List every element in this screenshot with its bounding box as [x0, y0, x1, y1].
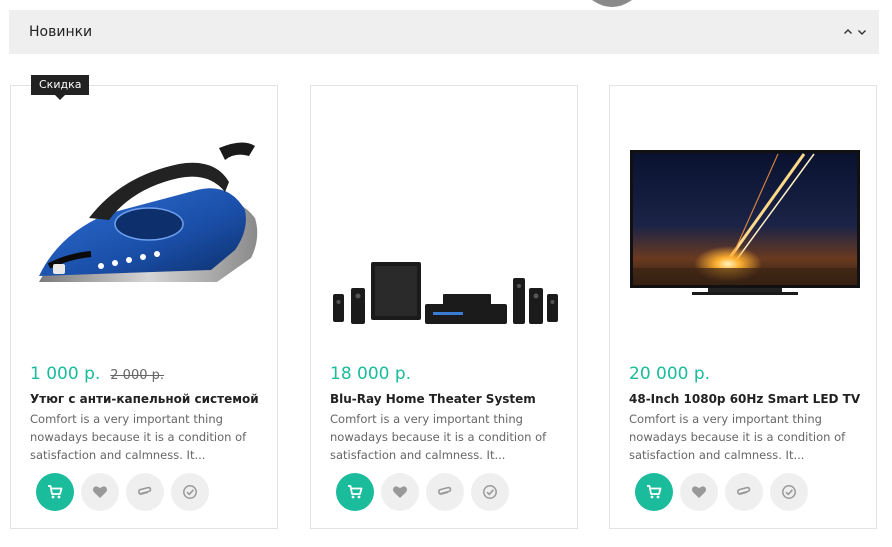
product-card[interactable]: 20 000 р. 48-Inch 1080p 60Hz Smart LED T… — [609, 85, 877, 529]
section-title: Новинки — [29, 24, 93, 40]
product-name[interactable]: Blu-Ray Home Theater System — [330, 392, 570, 406]
product-description: Comfort is a very important thing nowada… — [629, 412, 846, 462]
steam-iron-image[interactable] — [29, 126, 261, 346]
product-actions — [336, 473, 509, 511]
product-actions — [635, 473, 808, 511]
compare-button[interactable] — [126, 473, 164, 511]
wishlist-button[interactable] — [680, 473, 718, 511]
add-to-cart-button[interactable] — [635, 473, 673, 511]
price: 1 000 р. — [30, 364, 101, 384]
check-circle-icon — [183, 485, 197, 499]
product-name[interactable]: 48-Inch 1080p 60Hz Smart LED TV — [629, 392, 869, 406]
heart-icon — [92, 486, 108, 498]
product-card[interactable]: 1 000 р. 2 000 р. Утюг с анти-капельной … — [10, 85, 278, 529]
check-button[interactable] — [770, 473, 808, 511]
wishlist-button[interactable] — [381, 473, 419, 511]
product-description: Comfort is a very important thing nowada… — [30, 412, 247, 462]
old-price: 2 000 р. — [110, 368, 165, 383]
chevron-up-icon[interactable] — [843, 27, 853, 37]
compare-button[interactable] — [426, 473, 464, 511]
check-button[interactable] — [471, 473, 509, 511]
product-card[interactable]: 18 000 р. Blu-Ray Home Theater System Co… — [310, 85, 578, 529]
home-theater-system-image[interactable] — [329, 126, 561, 346]
paperclip-icon — [736, 486, 751, 495]
heart-icon — [691, 486, 707, 498]
price-row: 1 000 р. 2 000 р. — [30, 364, 164, 384]
product-description: Comfort is a very important thing nowada… — [330, 412, 547, 462]
previous-section-image-fragment — [592, 0, 632, 7]
price-row: 20 000 р. — [629, 364, 710, 384]
add-to-cart-button[interactable] — [336, 473, 374, 511]
discount-badge: Скидка — [31, 75, 90, 100]
heart-icon — [392, 486, 408, 498]
check-circle-icon — [483, 485, 497, 499]
section-header: Новинки — [9, 10, 879, 54]
paperclip-icon — [137, 486, 152, 495]
chevron-down-icon[interactable] — [857, 27, 867, 37]
check-circle-icon — [782, 485, 796, 499]
carousel-arrows — [843, 27, 867, 37]
cart-icon — [48, 485, 63, 499]
led-tv-image[interactable] — [628, 126, 860, 346]
add-to-cart-button[interactable] — [36, 473, 74, 511]
price: 20 000 р. — [629, 364, 711, 384]
compare-button[interactable] — [725, 473, 763, 511]
product-actions — [36, 473, 209, 511]
product-name[interactable]: Утюг с анти-капельной системой — [30, 392, 270, 406]
price-row: 18 000 р. — [330, 364, 411, 384]
paperclip-icon — [437, 486, 452, 495]
check-button[interactable] — [171, 473, 209, 511]
cart-icon — [647, 485, 662, 499]
price: 18 000 р. — [330, 364, 412, 384]
cart-icon — [348, 485, 363, 499]
wishlist-button[interactable] — [81, 473, 119, 511]
